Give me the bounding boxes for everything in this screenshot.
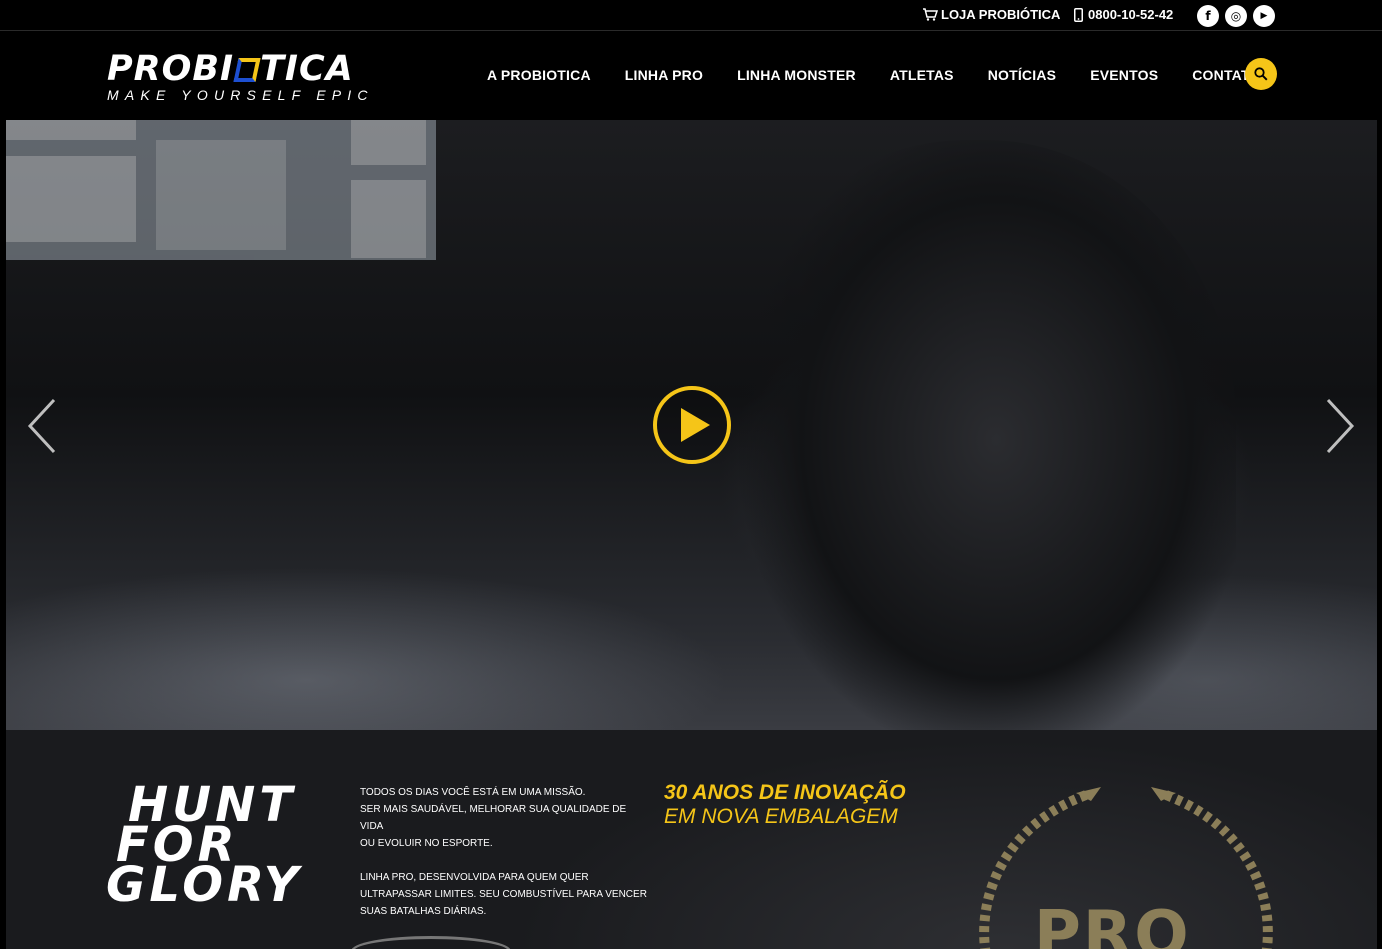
promo-headline: HUNT FOR GLORY xyxy=(106,781,303,913)
play-button[interactable] xyxy=(653,386,731,464)
chevron-left-icon xyxy=(27,398,56,454)
instagram-icon[interactable]: ◎ xyxy=(1225,5,1247,27)
innovation-line-2: EM NOVA EMBALAGEM xyxy=(664,805,898,828)
hero-window-background xyxy=(6,120,436,260)
mobile-phone-icon xyxy=(1074,7,1083,22)
search-button[interactable] xyxy=(1245,58,1277,90)
nav-noticias[interactable]: NOTÍCIAS xyxy=(988,67,1057,83)
social-links: f ◎ ▶ xyxy=(1197,5,1275,27)
cart-icon xyxy=(923,8,938,21)
nav-linha-monster[interactable]: LINHA MONSTER xyxy=(737,67,856,83)
p1-line-1: TODOS OS DIAS VOCÊ ESTÁ EM UMA MISSÃO. xyxy=(360,787,586,798)
nav-linha-pro[interactable]: LINHA PRO xyxy=(625,67,703,83)
logo-brand-left: PROBI xyxy=(107,49,235,89)
hero-athlete-image xyxy=(716,140,1236,730)
facebook-icon[interactable]: f xyxy=(1197,5,1219,27)
product-lid-image xyxy=(351,936,511,949)
promo-paragraph-2: LINHA PRO, DESENVOLVIDA PARA QUEM QUER U… xyxy=(360,869,650,920)
main-nav: A PROBIOTICA LINHA PRO LINHA MONSTER ATL… xyxy=(487,67,1295,83)
chevron-right-icon xyxy=(1326,398,1355,454)
play-icon xyxy=(681,408,710,442)
logo-brand: PROBI TICA xyxy=(107,51,374,87)
store-label: LOJA PROBIÓTICA xyxy=(941,7,1061,22)
p2-line-2: ULTRAPASSAR LIMITES. SEU COMBUSTÍVEL PAR… xyxy=(360,889,647,900)
site-header: PROBI TICA MAKE YOURSELF EPIC A PROBIOTIC… xyxy=(0,31,1382,120)
logo[interactable]: PROBI TICA MAKE YOURSELF EPIC xyxy=(107,51,374,103)
phone-number: 0800-10-52-42 xyxy=(1088,7,1174,22)
nav-eventos[interactable]: EVENTOS xyxy=(1090,67,1158,83)
logo-tagline: MAKE YOURSELF EPIC xyxy=(107,87,374,103)
top-bar: LOJA PROBIÓTICA 0800-10-52-42 f ◎ ▶ xyxy=(0,0,1382,31)
innovation-line-1: 30 ANOS DE INOVAÇÃO xyxy=(664,781,906,804)
p1-line-3: OU EVOLUIR NO ESPORTE. xyxy=(360,838,493,849)
slider-next-button[interactable] xyxy=(1318,396,1358,456)
pro-emblem-text: PRO xyxy=(1034,898,1191,949)
logo-o-mark-icon xyxy=(233,58,261,82)
nav-atletas[interactable]: ATLETAS xyxy=(890,67,954,83)
p2-line-1: LINHA PRO, DESENVOLVIDA PARA QUEM QUER xyxy=(360,872,589,883)
nav-a-probiotica[interactable]: A PROBIOTICA xyxy=(487,67,591,83)
hero-video-slider xyxy=(6,120,1377,730)
youtube-icon[interactable]: ▶ xyxy=(1253,5,1275,27)
store-link[interactable]: LOJA PROBIÓTICA xyxy=(922,7,1060,22)
search-icon xyxy=(1254,67,1268,81)
innovation-callout: 30 ANOS DE INOVAÇÃO EM NOVA EMBALAGEM xyxy=(664,781,906,829)
promo-paragraph-1: TODOS OS DIAS VOCÊ ESTÁ EM UMA MISSÃO. S… xyxy=(360,784,650,852)
slider-prev-button[interactable] xyxy=(24,396,64,456)
promo-section: HUNT FOR GLORY TODOS OS DIAS VOCÊ ESTÁ E… xyxy=(6,730,1377,949)
promo-body: TODOS OS DIAS VOCÊ ESTÁ EM UMA MISSÃO. S… xyxy=(360,784,650,920)
p1-line-2: SER MAIS SAUDÁVEL, MELHORAR SUA QUALIDAD… xyxy=(360,804,627,832)
logo-brand-right: TICA xyxy=(260,49,354,89)
phone-contact[interactable]: 0800-10-52-42 xyxy=(1074,7,1173,22)
p2-line-3: SUAS BATALHAS DIÁRIAS. xyxy=(360,906,487,917)
headline-line-3: GLORY xyxy=(106,857,303,913)
